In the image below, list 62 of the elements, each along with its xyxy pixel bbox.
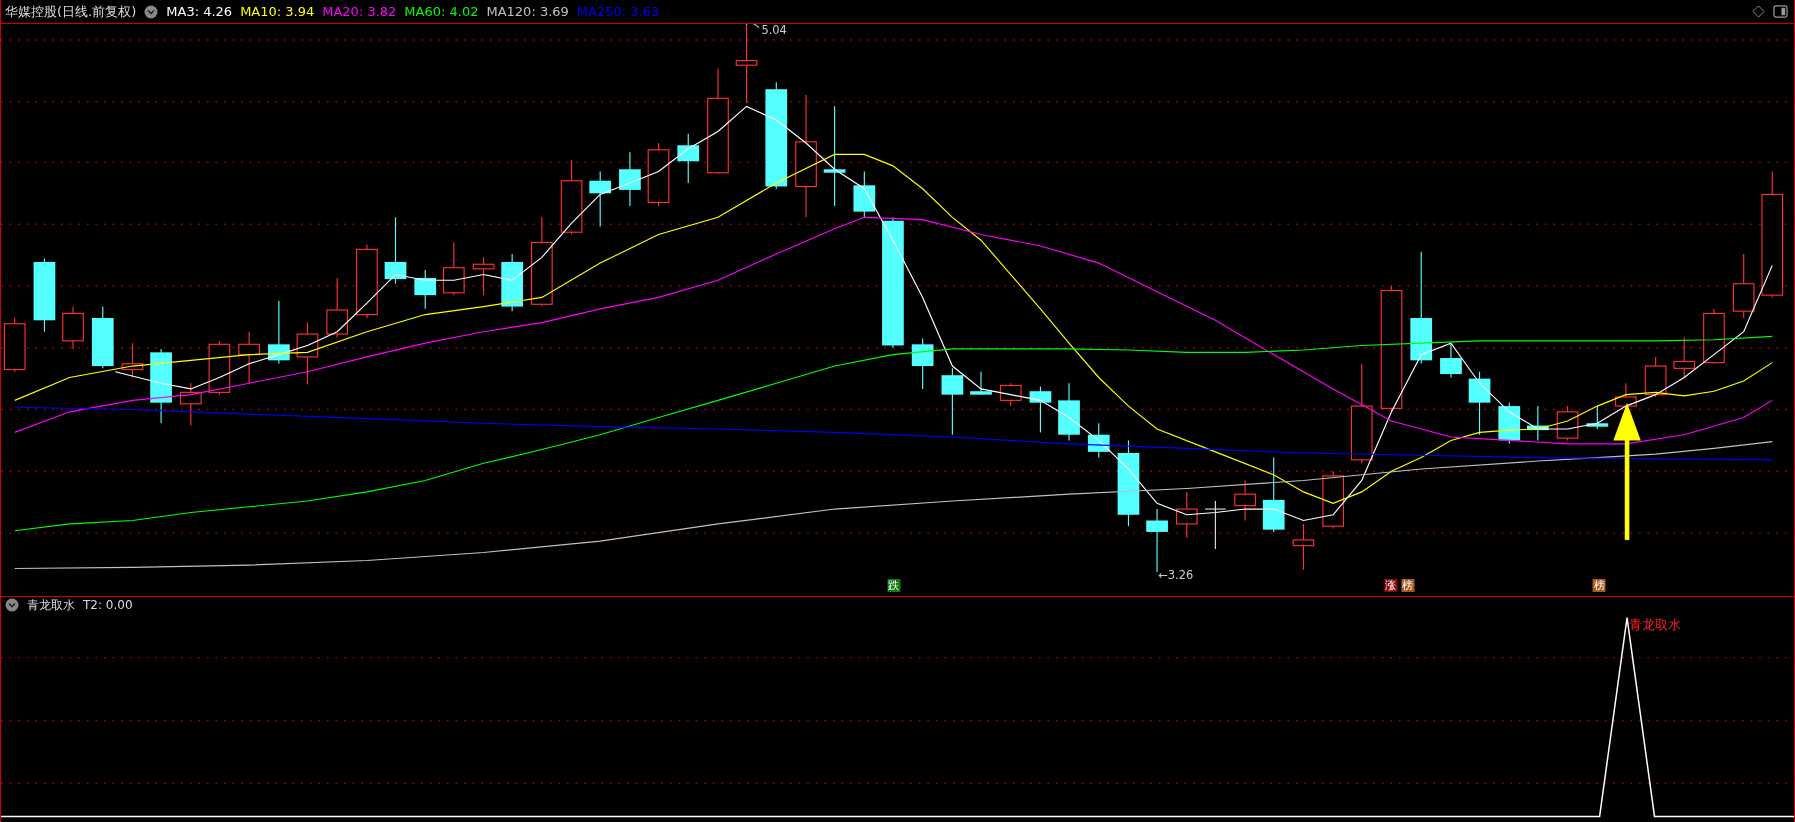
signal-tag: 涨 [1384, 579, 1398, 592]
signal-tag: 榜 [1401, 579, 1415, 592]
candlestick [501, 253, 523, 312]
candlestick [208, 340, 231, 396]
candlestick [442, 241, 465, 296]
chart-title: 华媒控股(日线.前复权) [5, 2, 137, 21]
moving-average-label: MA60: 4.02 [404, 2, 479, 21]
moving-average-label: MA10: 3.94 [240, 2, 315, 21]
candlestick [970, 371, 992, 396]
high-price-label: 5.04 [761, 24, 787, 38]
candlestick [647, 142, 670, 207]
candlestick [179, 382, 202, 427]
moving-average-label: MA20: 3.82 [322, 2, 397, 21]
candlestick [1586, 405, 1609, 430]
low-price-label: ←3.26 [1158, 567, 1194, 582]
candlestick [268, 300, 290, 365]
candlestick [1029, 386, 1052, 433]
candlestick [941, 367, 964, 436]
candlestick [296, 322, 319, 385]
candlestick [1556, 405, 1579, 441]
candlestick [91, 306, 114, 369]
candlestick [1468, 371, 1491, 436]
candlestick [414, 269, 437, 310]
candlestick [1644, 356, 1667, 398]
diamond-icon[interactable] [1752, 5, 1765, 18]
candlestick [1732, 253, 1755, 319]
candlestick [62, 306, 84, 350]
candlestick [677, 133, 700, 184]
candlestick [1498, 402, 1521, 445]
candlestick [1527, 405, 1549, 441]
candlestick [589, 171, 612, 228]
candlestick [1058, 382, 1080, 441]
chevron-down-icon[interactable] [144, 4, 159, 19]
candlestick [1440, 342, 1462, 379]
candlestick [472, 256, 495, 296]
signal-tag: 跌 [887, 579, 901, 592]
candlestick [1703, 308, 1725, 365]
candlestick [1204, 500, 1227, 550]
candlestick [999, 382, 1022, 407]
candlestick [1673, 336, 1696, 379]
moving-average-label: MA3: 4.26 [166, 2, 233, 21]
candlestick [1292, 523, 1315, 571]
signal-tag: 榜 [1592, 579, 1606, 592]
indicator-reading: T2: 0.00 [83, 597, 133, 612]
leader-line [746, 24, 760, 28]
candlestick [3, 317, 26, 373]
candlestick [1175, 491, 1198, 539]
candlestick [238, 331, 260, 384]
moving-average-label: MA120: 3.69 [486, 2, 569, 21]
moving-average-label: MA250: 3.63 [576, 2, 660, 21]
candlestick [911, 338, 934, 390]
candlestick [1322, 470, 1345, 530]
candlestick [384, 216, 407, 285]
candlestick [1087, 422, 1110, 459]
candlestick [619, 151, 641, 207]
signal-label: 青龙取水 [1629, 617, 1682, 633]
chevron-down-icon[interactable] [5, 597, 19, 612]
candlestick [853, 171, 876, 218]
panel-toggle-icon[interactable] [1773, 5, 1788, 18]
candlestick [1234, 479, 1256, 522]
indicator-name: 青龙取水 [27, 597, 75, 612]
candlestick [326, 277, 349, 339]
